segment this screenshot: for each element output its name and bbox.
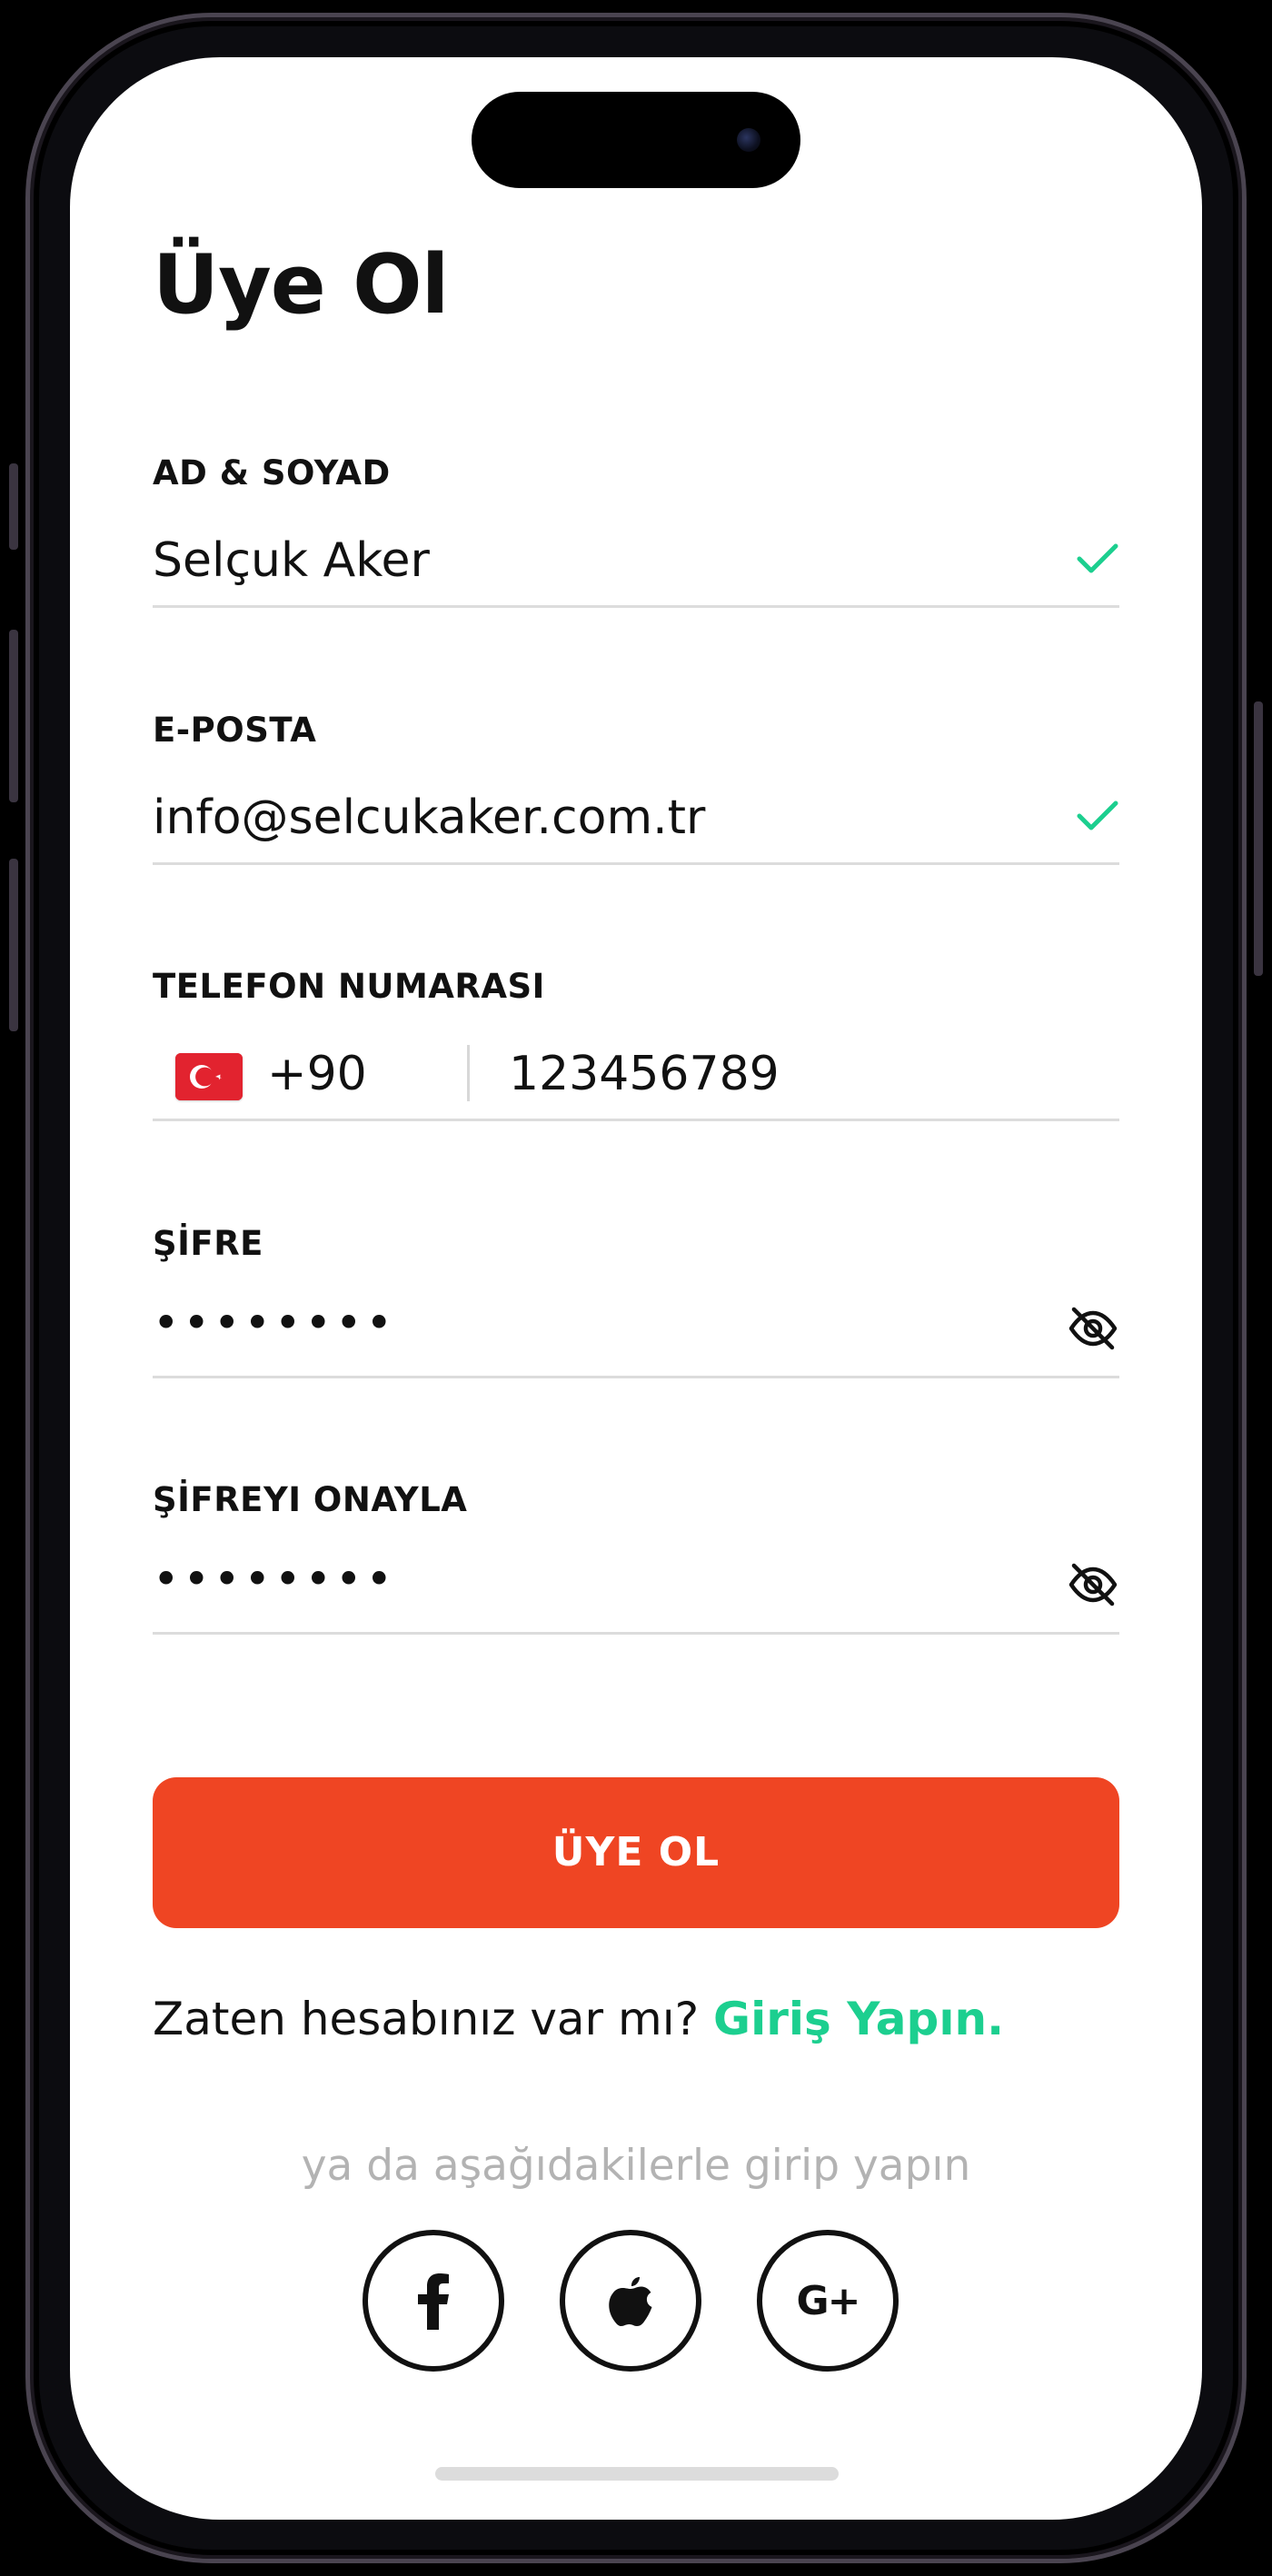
- login-prompt: Zaten hesabınız var mı? Giriş Yapın.: [153, 1993, 1004, 2045]
- email-input[interactable]: info@selcukaker.com.tr: [153, 791, 970, 845]
- password-field: ŞİFRE ••••••••: [153, 1224, 1119, 1406]
- email-underline: [153, 862, 1119, 865]
- email-field: E-POSTA info@selcukaker.com.tr: [153, 711, 1119, 892]
- phone-input[interactable]: 123456789: [509, 1047, 780, 1101]
- name-underline: [153, 605, 1119, 608]
- name-input[interactable]: Selçuk Aker: [153, 533, 970, 588]
- phone-label: TELEFON NUMARASI: [153, 967, 545, 1006]
- password-input[interactable]: ••••••••: [153, 1297, 396, 1349]
- google-plus-icon: G+: [796, 2277, 861, 2324]
- power-button: [1254, 701, 1263, 976]
- apple-button[interactable]: [560, 2230, 701, 2372]
- eye-off-icon[interactable]: [1067, 1558, 1119, 1611]
- page-title: Üye Ol: [153, 237, 449, 333]
- check-icon: [1077, 543, 1118, 573]
- password-underline: [153, 1376, 1119, 1378]
- name-field: AD & SOYAD Selçuk Aker: [153, 453, 1119, 635]
- phone-underline: [153, 1119, 1119, 1121]
- login-prompt-text: Zaten hesabınız var mı?: [153, 1993, 714, 2045]
- eye-off-icon[interactable]: [1067, 1302, 1119, 1355]
- phone-divider: [467, 1045, 470, 1101]
- dynamic-island: [472, 92, 800, 188]
- google-plus-button[interactable]: G+: [757, 2230, 899, 2372]
- home-indicator[interactable]: [435, 2467, 839, 2481]
- phone-field: TELEFON NUMARASI +90 123456789: [153, 967, 1119, 1149]
- signup-button[interactable]: ÜYE OL: [153, 1777, 1119, 1928]
- social-caption: ya da aşağıdakilerle girip yapın: [301, 2141, 971, 2191]
- country-code[interactable]: +90: [267, 1047, 367, 1101]
- volume-down-button: [9, 859, 18, 1031]
- phone-screen: Üye Ol AD & SOYAD Selçuk Aker E-POSTA in…: [70, 57, 1202, 2520]
- password-confirm-label: ŞİFREYI ONAYLA: [153, 1480, 468, 1519]
- check-icon: [1077, 801, 1118, 830]
- volume-up-button: [9, 630, 18, 802]
- password-confirm-input[interactable]: ••••••••: [153, 1553, 396, 1606]
- facebook-icon: [418, 2273, 449, 2330]
- apple-icon: [609, 2277, 652, 2326]
- facebook-button[interactable]: [363, 2230, 504, 2372]
- password-label: ŞİFRE: [153, 1224, 263, 1263]
- turkey-flag-icon[interactable]: [175, 1053, 243, 1100]
- email-label: E-POSTA: [153, 711, 317, 750]
- password-confirm-underline: [153, 1632, 1119, 1635]
- camera-lens: [737, 128, 760, 152]
- login-link[interactable]: Giriş Yapın.: [713, 1993, 1004, 2045]
- action-button: [9, 463, 18, 550]
- password-confirm-field: ŞİFREYI ONAYLA ••••••••: [153, 1480, 1119, 1662]
- name-label: AD & SOYAD: [153, 453, 391, 492]
